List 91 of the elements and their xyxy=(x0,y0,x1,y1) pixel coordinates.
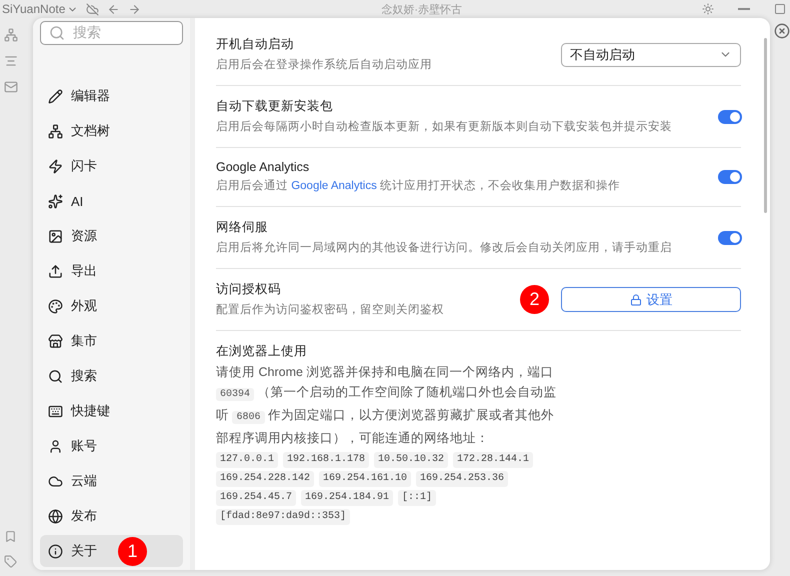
keyboard-icon xyxy=(48,404,63,418)
sidebar-label: 搜索 xyxy=(71,367,97,385)
sidebar-label: 文档树 xyxy=(71,122,110,140)
lock-icon xyxy=(630,294,642,306)
address-chip: [fdad:8e97:da9d::353] xyxy=(216,509,350,525)
window-title: 念奴娇·赤壁怀古 xyxy=(380,2,464,16)
sidebar-item[interactable]: 外观 xyxy=(40,290,183,322)
sidebar-label: 账号 xyxy=(71,437,97,455)
setting-title: 自动下载更新安装包 xyxy=(216,98,334,115)
sidebar-item[interactable]: 快捷键 xyxy=(40,395,183,427)
inline-code: 60394 xyxy=(216,388,254,401)
select-dropdown[interactable]: 不自动启动 xyxy=(561,42,741,66)
mail-icon xyxy=(4,80,18,94)
scrollbar[interactable] xyxy=(764,38,767,213)
sparkle-icon xyxy=(48,194,63,208)
sidebar-label: 编辑器 xyxy=(71,87,110,105)
toggle-switch[interactable] xyxy=(718,230,742,244)
tree-icon xyxy=(4,28,18,42)
number-badge: 2 xyxy=(520,285,549,314)
address-chip: 169.254.45.7 xyxy=(216,490,296,506)
palette-icon xyxy=(48,298,63,314)
address-chip: 169.254.161.10 xyxy=(319,471,412,487)
upload-icon xyxy=(48,264,63,278)
app-name[interactable]: SiYuanNote xyxy=(2,2,78,16)
address-chip: 169.254.184.91 xyxy=(301,490,394,506)
setting-description: 启用后会在登录操作系统后自动启动应用 xyxy=(216,57,433,73)
back-icon xyxy=(107,2,120,16)
setting-description: 启用后会每隔两小时自动检查版本更新，如果有更新版本则自动下载安装包并提示安装 xyxy=(216,119,673,135)
sidebar-item[interactable]: 搜索 xyxy=(40,360,183,392)
section-paragraph: 请使用 Chrome 浏览器并保持和电脑在同一个网络内，端口 60394 （第一个启动的工作空间除了随机端口外也会自动监听 6806 作为固定端口，以方便浏览器剪藏扩展或者其他外部程序调用内核接口），可能连通的网络地址： xyxy=(216,364,558,447)
cloud-icon xyxy=(48,474,63,488)
address-chip: 169.254.228.142 xyxy=(216,471,314,487)
number-badge: 1 xyxy=(118,536,147,566)
sidebar-item[interactable]: 账号 xyxy=(40,430,183,462)
pencil-icon xyxy=(48,88,63,104)
address-chip: 10.50.10.32 xyxy=(374,452,448,468)
address-chip: [::1] xyxy=(398,490,436,506)
store-icon xyxy=(48,334,63,348)
tree-icon xyxy=(48,124,63,138)
setting-title: 开机自动启动 xyxy=(216,36,295,53)
outline-icon xyxy=(4,54,18,68)
sidebar-item[interactable]: AI xyxy=(40,185,183,217)
set-button[interactable]: 设置 xyxy=(561,287,741,312)
setting-description: 启用后会通过 Google Analytics 统计应用打开状态，不会收集用户数据和操作 xyxy=(216,178,622,194)
toggle-switch[interactable] xyxy=(718,170,742,184)
sidebar-label: 资源 xyxy=(71,227,97,245)
image-icon xyxy=(48,228,63,244)
sidebar-item[interactable]: 编辑器 xyxy=(40,80,183,112)
sidebar-label: AI xyxy=(71,194,84,208)
globe-icon xyxy=(48,508,63,524)
sidebar-item[interactable]: 关于 1 xyxy=(40,535,183,567)
sidebar-label: 闪卡 xyxy=(71,157,97,175)
sidebar-label: 云端 xyxy=(71,472,97,490)
search-icon xyxy=(48,368,63,384)
address-chip: 192.168.1.178 xyxy=(283,452,370,468)
sidebar-label: 集市 xyxy=(71,332,97,350)
inline-code: 6806 xyxy=(232,411,264,424)
bookmark-icon xyxy=(4,530,17,543)
sidebar-item[interactable]: 导出 xyxy=(40,255,183,287)
info-icon xyxy=(48,544,63,558)
sidebar-item[interactable]: 集市 xyxy=(40,325,183,357)
maximize-icon xyxy=(774,3,786,15)
setting-title: Google Analytics xyxy=(216,160,310,174)
forward-icon xyxy=(128,2,142,16)
lightning-icon xyxy=(48,158,63,174)
sidebar-label: 发布 xyxy=(71,507,97,525)
setting-description: 配置后作为访问鉴权密码，留空则关闭鉴权 xyxy=(216,302,445,318)
section-title: 在浏览器上使用 xyxy=(216,343,308,360)
sidebar-label: 关于 xyxy=(71,542,97,560)
close-icon xyxy=(774,23,790,39)
address-chip: 172.28.144.1 xyxy=(453,452,534,468)
sidebar-label: 外观 xyxy=(71,297,97,315)
setting-title: 网络伺服 xyxy=(216,219,269,236)
address-chip: 127.0.0.1 xyxy=(216,452,278,468)
link[interactable]: Google Analytics xyxy=(291,180,377,192)
sidebar-item[interactable]: 资源 xyxy=(40,220,183,252)
toggle-switch[interactable] xyxy=(718,110,742,124)
setting-title: 访问授权码 xyxy=(216,281,282,298)
tag-icon xyxy=(4,555,17,568)
cloud-off-icon xyxy=(86,2,100,16)
sidebar-item[interactable]: 云端 xyxy=(40,465,183,497)
address-chip: 169.254.253.36 xyxy=(416,471,508,487)
sidebar-item[interactable]: 发布 xyxy=(40,500,183,532)
sidebar-item[interactable]: 闪卡 xyxy=(40,150,183,182)
sidebar-item[interactable]: 文档树 xyxy=(40,115,183,147)
sidebar-label: 导出 xyxy=(71,262,97,280)
sun-icon xyxy=(702,3,714,15)
user-icon xyxy=(48,438,63,454)
setting-description: 启用后将允许同一局域网内的其他设备进行访问。修改后会自动关闭应用，请手动重启 xyxy=(216,240,673,256)
sidebar-label: 快捷键 xyxy=(71,402,110,420)
search-icon xyxy=(49,25,65,41)
